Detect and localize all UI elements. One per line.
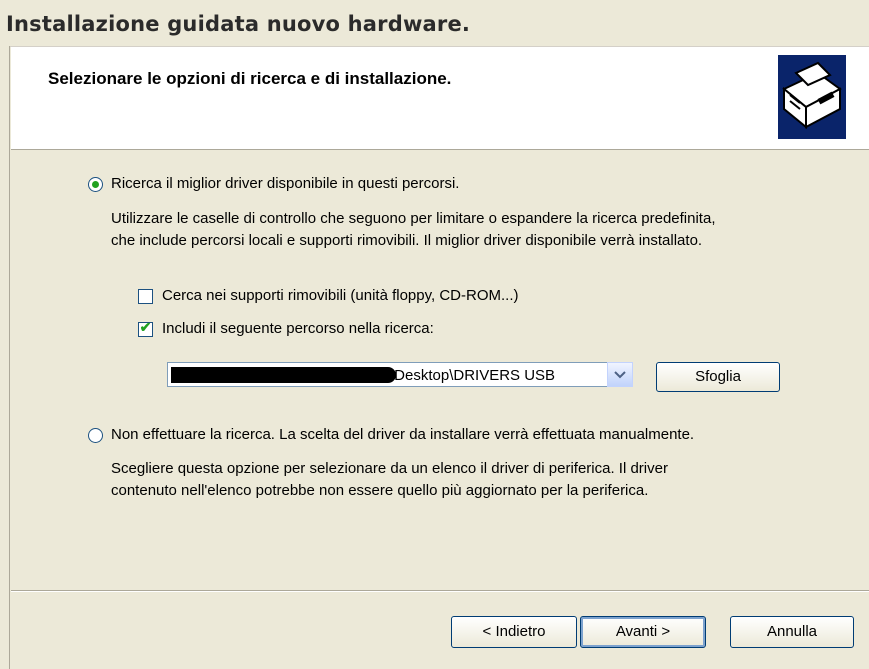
include-path-label[interactable]: Includi il seguente percorso nella ricer… — [162, 320, 434, 337]
redacted-path-segment — [171, 367, 396, 383]
window-title: Installazione guidata nuovo hardware. — [6, 12, 471, 36]
removable-media-label[interactable]: Cerca nei supporti rimovibili (unità flo… — [162, 287, 519, 304]
page-heading: Selezionare le opzioni di ricerca e di i… — [48, 69, 452, 88]
next-button[interactable]: Avanti > — [580, 616, 706, 648]
manual-radio-label[interactable]: Non effettuare la ricerca. La scelta del… — [111, 426, 694, 443]
wizard-header: Selezionare le opzioni di ricerca e di i… — [11, 47, 869, 150]
back-button[interactable]: < Indietro — [451, 616, 577, 648]
search-radio[interactable] — [88, 177, 103, 192]
check-icon: ✔ — [139, 319, 152, 335]
include-path-checkbox[interactable]: ✔ — [138, 319, 153, 337]
title-bar: Installazione guidata nuovo hardware. — [0, 0, 869, 47]
manual-radio[interactable] — [88, 428, 103, 443]
chevron-down-icon — [614, 371, 626, 379]
search-description-line-1: Utilizzare le caselle di controllo che s… — [111, 210, 716, 227]
browse-button[interactable]: Sfoglia — [656, 362, 780, 392]
search-description-line-2: che include percorsi locali e supporti r… — [111, 232, 703, 249]
path-combobox-input[interactable]: \Desktop\DRIVERS USB — [167, 362, 609, 387]
window-frame-left — [0, 46, 10, 669]
manual-description-line-1: Scegliere questa opzione per selezionare… — [111, 460, 668, 477]
hardware-wizard-icon — [778, 55, 846, 139]
footer-divider — [11, 590, 869, 592]
search-radio-label[interactable]: Ricerca il miglior driver disponibile in… — [111, 175, 459, 192]
path-dropdown-button[interactable] — [607, 362, 633, 387]
cancel-button[interactable]: Annulla — [730, 616, 854, 648]
path-value: \Desktop\DRIVERS USB — [390, 367, 556, 384]
manual-description-line-2: contenuto nell'elenco potrebbe non esser… — [111, 482, 649, 499]
removable-media-checkbox[interactable] — [138, 289, 153, 304]
